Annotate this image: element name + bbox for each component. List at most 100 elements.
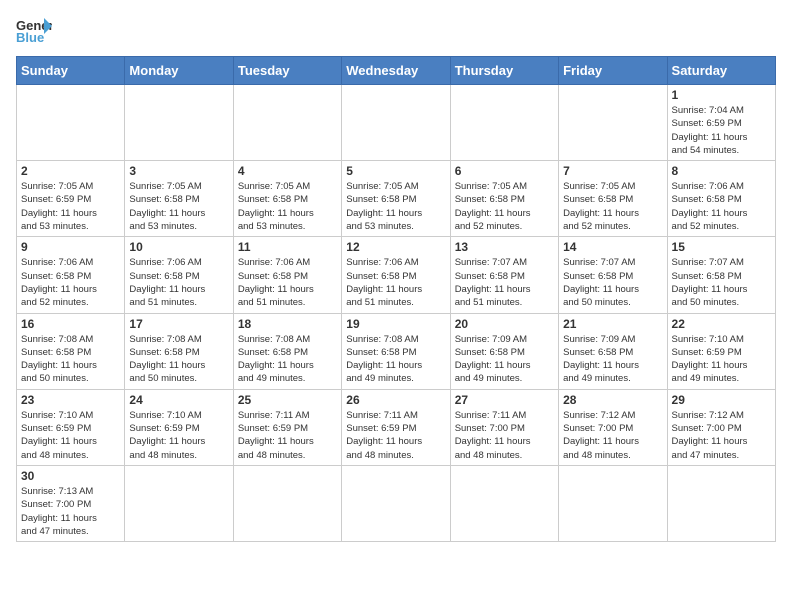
calendar-cell: 20 Sunrise: 7:09 AM Sunset: 6:58 PM Dayli… xyxy=(450,313,558,389)
day-number: 4 xyxy=(238,164,337,178)
svg-text:Blue: Blue xyxy=(16,30,44,44)
day-info: Sunrise: 7:08 AM Sunset: 6:58 PM Dayligh… xyxy=(21,333,120,386)
day-info: Sunrise: 7:06 AM Sunset: 6:58 PM Dayligh… xyxy=(238,256,337,309)
calendar-cell: 27 Sunrise: 7:11 AM Sunset: 7:00 PM Dayli… xyxy=(450,389,558,465)
day-number: 23 xyxy=(21,393,120,407)
calendar-cell xyxy=(342,85,450,161)
day-info: Sunrise: 7:09 AM Sunset: 6:58 PM Dayligh… xyxy=(455,333,554,386)
day-number: 16 xyxy=(21,317,120,331)
calendar-cell: 3Sunrise: 7:05 AM Sunset: 6:58 PM Daylig… xyxy=(125,161,233,237)
calendar-cell: 9 Sunrise: 7:06 AM Sunset: 6:58 PM Daylig… xyxy=(17,237,125,313)
calendar-cell xyxy=(559,85,667,161)
weekday-header-sunday: Sunday xyxy=(17,57,125,85)
day-number: 5 xyxy=(346,164,445,178)
calendar-cell: 30 Sunrise: 7:13 AM Sunset: 7:00 PM Dayli… xyxy=(17,465,125,541)
calendar-cell: 21 Sunrise: 7:09 AM Sunset: 6:58 PM Dayli… xyxy=(559,313,667,389)
weekday-header-monday: Monday xyxy=(125,57,233,85)
calendar-cell xyxy=(342,465,450,541)
day-info: Sunrise: 7:07 AM Sunset: 6:58 PM Dayligh… xyxy=(455,256,554,309)
day-number: 18 xyxy=(238,317,337,331)
weekday-header-friday: Friday xyxy=(559,57,667,85)
calendar-cell xyxy=(233,85,341,161)
day-number: 29 xyxy=(672,393,771,407)
calendar-cell: 10 Sunrise: 7:06 AM Sunset: 6:58 PM Dayli… xyxy=(125,237,233,313)
day-number: 22 xyxy=(672,317,771,331)
calendar-cell: 4 Sunrise: 7:05 AM Sunset: 6:58 PM Daylig… xyxy=(233,161,341,237)
day-number: 25 xyxy=(238,393,337,407)
calendar: SundayMondayTuesdayWednesdayThursdayFrid… xyxy=(16,56,776,542)
day-info: Sunrise: 7:05 AM Sunset: 6:59 PM Dayligh… xyxy=(21,180,120,233)
calendar-cell: 1Sunrise: 7:04 AM Sunset: 6:59 PM Daylig… xyxy=(667,85,775,161)
day-number: 10 xyxy=(129,240,228,254)
calendar-cell xyxy=(125,465,233,541)
day-info: Sunrise: 7:07 AM Sunset: 6:58 PM Dayligh… xyxy=(563,256,662,309)
day-number: 28 xyxy=(563,393,662,407)
calendar-cell: 17Sunrise: 7:08 AM Sunset: 6:58 PM Dayli… xyxy=(125,313,233,389)
calendar-cell: 14 Sunrise: 7:07 AM Sunset: 6:58 PM Dayli… xyxy=(559,237,667,313)
calendar-cell xyxy=(559,465,667,541)
day-info: Sunrise: 7:09 AM Sunset: 6:58 PM Dayligh… xyxy=(563,333,662,386)
calendar-cell: 28 Sunrise: 7:12 AM Sunset: 7:00 PM Dayli… xyxy=(559,389,667,465)
calendar-cell: 6 Sunrise: 7:05 AM Sunset: 6:58 PM Daylig… xyxy=(450,161,558,237)
day-number: 26 xyxy=(346,393,445,407)
calendar-cell: 11 Sunrise: 7:06 AM Sunset: 6:58 PM Dayli… xyxy=(233,237,341,313)
calendar-cell: 26Sunrise: 7:11 AM Sunset: 6:59 PM Dayli… xyxy=(342,389,450,465)
day-number: 27 xyxy=(455,393,554,407)
day-info: Sunrise: 7:05 AM Sunset: 6:58 PM Dayligh… xyxy=(238,180,337,233)
weekday-header-tuesday: Tuesday xyxy=(233,57,341,85)
day-number: 12 xyxy=(346,240,445,254)
day-info: Sunrise: 7:12 AM Sunset: 7:00 PM Dayligh… xyxy=(563,409,662,462)
week-row-6: 30 Sunrise: 7:13 AM Sunset: 7:00 PM Dayli… xyxy=(17,465,776,541)
day-info: Sunrise: 7:06 AM Sunset: 6:58 PM Dayligh… xyxy=(346,256,445,309)
calendar-cell xyxy=(125,85,233,161)
day-number: 6 xyxy=(455,164,554,178)
day-info: Sunrise: 7:11 AM Sunset: 7:00 PM Dayligh… xyxy=(455,409,554,462)
calendar-cell: 19 Sunrise: 7:08 AM Sunset: 6:58 PM Dayli… xyxy=(342,313,450,389)
day-number: 13 xyxy=(455,240,554,254)
day-info: Sunrise: 7:06 AM Sunset: 6:58 PM Dayligh… xyxy=(672,180,771,233)
calendar-cell: 29Sunrise: 7:12 AM Sunset: 7:00 PM Dayli… xyxy=(667,389,775,465)
day-number: 20 xyxy=(455,317,554,331)
week-row-3: 9 Sunrise: 7:06 AM Sunset: 6:58 PM Daylig… xyxy=(17,237,776,313)
day-info: Sunrise: 7:08 AM Sunset: 6:58 PM Dayligh… xyxy=(346,333,445,386)
day-number: 11 xyxy=(238,240,337,254)
day-number: 1 xyxy=(672,88,771,102)
day-info: Sunrise: 7:11 AM Sunset: 6:59 PM Dayligh… xyxy=(238,409,337,462)
day-info: Sunrise: 7:06 AM Sunset: 6:58 PM Dayligh… xyxy=(129,256,228,309)
calendar-cell: 22 Sunrise: 7:10 AM Sunset: 6:59 PM Dayli… xyxy=(667,313,775,389)
calendar-cell: 8Sunrise: 7:06 AM Sunset: 6:58 PM Daylig… xyxy=(667,161,775,237)
logo-icon: General Blue xyxy=(16,16,52,44)
calendar-cell: 13 Sunrise: 7:07 AM Sunset: 6:58 PM Dayli… xyxy=(450,237,558,313)
calendar-cell xyxy=(667,465,775,541)
calendar-cell: 7 Sunrise: 7:05 AM Sunset: 6:58 PM Daylig… xyxy=(559,161,667,237)
calendar-cell xyxy=(233,465,341,541)
calendar-cell: 23 Sunrise: 7:10 AM Sunset: 6:59 PM Dayli… xyxy=(17,389,125,465)
weekday-header-thursday: Thursday xyxy=(450,57,558,85)
day-number: 2 xyxy=(21,164,120,178)
calendar-cell: 15Sunrise: 7:07 AM Sunset: 6:58 PM Dayli… xyxy=(667,237,775,313)
weekday-header-row: SundayMondayTuesdayWednesdayThursdayFrid… xyxy=(17,57,776,85)
day-number: 30 xyxy=(21,469,120,483)
calendar-cell xyxy=(450,85,558,161)
day-number: 7 xyxy=(563,164,662,178)
calendar-cell: 2 Sunrise: 7:05 AM Sunset: 6:59 PM Daylig… xyxy=(17,161,125,237)
day-info: Sunrise: 7:10 AM Sunset: 6:59 PM Dayligh… xyxy=(21,409,120,462)
day-number: 21 xyxy=(563,317,662,331)
logo: General Blue xyxy=(16,16,52,44)
day-number: 14 xyxy=(563,240,662,254)
day-number: 19 xyxy=(346,317,445,331)
calendar-cell: 25 Sunrise: 7:11 AM Sunset: 6:59 PM Dayli… xyxy=(233,389,341,465)
day-info: Sunrise: 7:05 AM Sunset: 6:58 PM Dayligh… xyxy=(455,180,554,233)
week-row-1: 1Sunrise: 7:04 AM Sunset: 6:59 PM Daylig… xyxy=(17,85,776,161)
calendar-cell: 24Sunrise: 7:10 AM Sunset: 6:59 PM Dayli… xyxy=(125,389,233,465)
day-info: Sunrise: 7:06 AM Sunset: 6:58 PM Dayligh… xyxy=(21,256,120,309)
day-info: Sunrise: 7:13 AM Sunset: 7:00 PM Dayligh… xyxy=(21,485,120,538)
day-number: 24 xyxy=(129,393,228,407)
day-number: 9 xyxy=(21,240,120,254)
header: General Blue xyxy=(16,16,776,44)
week-row-4: 16 Sunrise: 7:08 AM Sunset: 6:58 PM Dayli… xyxy=(17,313,776,389)
day-info: Sunrise: 7:10 AM Sunset: 6:59 PM Dayligh… xyxy=(672,333,771,386)
day-info: Sunrise: 7:08 AM Sunset: 6:58 PM Dayligh… xyxy=(129,333,228,386)
day-info: Sunrise: 7:05 AM Sunset: 6:58 PM Dayligh… xyxy=(563,180,662,233)
week-row-2: 2 Sunrise: 7:05 AM Sunset: 6:59 PM Daylig… xyxy=(17,161,776,237)
